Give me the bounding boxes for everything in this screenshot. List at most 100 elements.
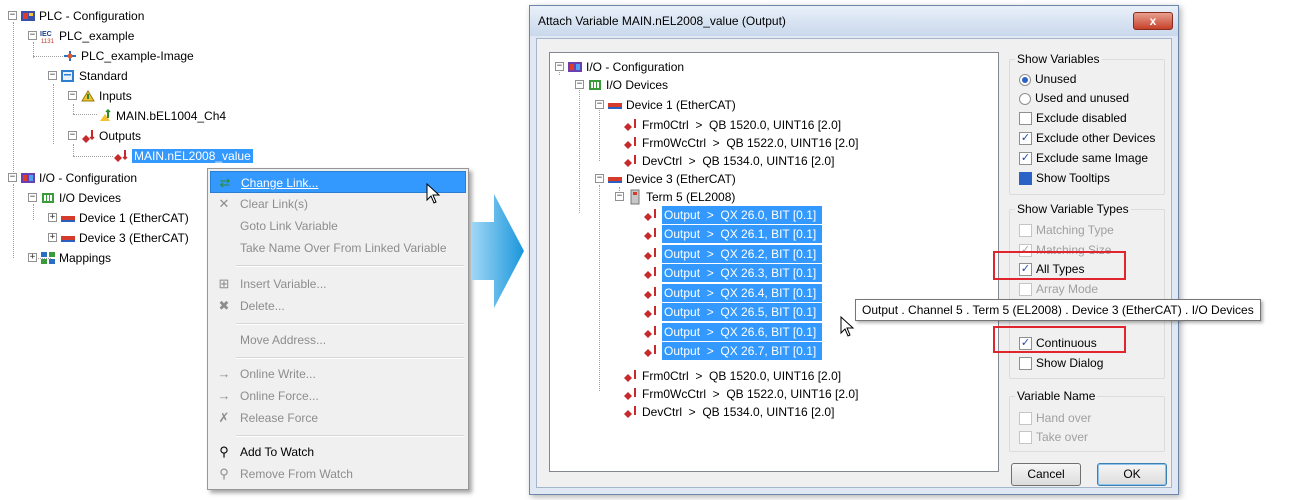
- variable-row[interactable]: DevCtrl > QB 1534.0, UINT16 [2.0]: [623, 402, 834, 420]
- output-variable-icon: [624, 387, 636, 400]
- tree-standard[interactable]: Standard: [60, 66, 128, 84]
- collapse-toggle[interactable]: −: [555, 62, 564, 71]
- tree-device-1[interactable]: Device 1 (EtherCAT): [607, 95, 736, 113]
- checkbox-array-mode[interactable]: Array Mode: [1019, 280, 1098, 298]
- tree-inputs[interactable]: Inputs: [80, 86, 132, 104]
- variable-row[interactable]: Frm0Ctrl > QB 1520.0, UINT16 [2.0]: [623, 366, 841, 384]
- output-row[interactable]: Output > QX 26.0, BIT [0.1]: [643, 205, 822, 224]
- radio-used-and-unused[interactable]: Used and unused: [1019, 89, 1129, 107]
- iec-project-icon: IEC1131: [40, 31, 55, 44]
- tree-plc-example[interactable]: IEC 1131 PLC_example: [40, 26, 134, 44]
- variable-row[interactable]: Frm0WcCtrl > QB 1522.0, UINT16 [2.0]: [623, 384, 858, 402]
- tree-mappings[interactable]: Mappings: [40, 248, 111, 266]
- collapse-toggle[interactable]: −: [595, 174, 604, 183]
- ethercat-device-icon: [608, 102, 622, 109]
- output-row[interactable]: Output > QX 26.6, BIT [0.1]: [643, 322, 822, 341]
- output-label: Output > QX 26.1, BIT [0.1]: [662, 225, 822, 244]
- context-menu: ⇄ Change Link... ✕ Clear Link(s) Goto Link…: [207, 168, 469, 490]
- menu-add-to-watch[interactable]: ⚲ Add To Watch: [210, 441, 466, 463]
- output-row[interactable]: Output > QX 26.1, BIT [0.1]: [643, 225, 822, 244]
- tree-label: I/O Devices: [59, 190, 122, 205]
- ok-button[interactable]: OK: [1097, 463, 1167, 486]
- collapse-toggle[interactable]: −: [68, 131, 77, 140]
- collapse-toggle[interactable]: −: [68, 91, 77, 100]
- checkbox-hand-over[interactable]: Hand over: [1019, 409, 1091, 427]
- output-variable-icon: [644, 228, 656, 241]
- tree-io-devices[interactable]: I/O Devices: [587, 75, 668, 93]
- menu-move-address[interactable]: Move Address...: [210, 329, 466, 351]
- tree-io-configuration[interactable]: I/O - Configuration: [20, 168, 137, 186]
- output-row[interactable]: Output > QX 26.5, BIT [0.1]: [643, 303, 822, 322]
- collapse-toggle[interactable]: −: [575, 80, 584, 89]
- expand-toggle[interactable]: +: [28, 253, 37, 262]
- tree-label: Inputs: [99, 88, 132, 103]
- outputs-icon: [82, 129, 95, 143]
- tree-device-3[interactable]: Device 3 (EtherCAT): [60, 228, 189, 246]
- io-config-icon: [21, 172, 35, 183]
- tree-io-configuration[interactable]: I/O - Configuration: [567, 57, 684, 75]
- variable-row[interactable]: Frm0WcCtrl > QB 1522.0, UINT16 [2.0]: [623, 133, 858, 151]
- output-variable-icon: [624, 118, 636, 131]
- menu-take-name[interactable]: Take Name Over From Linked Variable: [210, 237, 466, 259]
- tree-device-1[interactable]: Device 1 (EtherCAT): [60, 208, 189, 226]
- menu-delete[interactable]: ✖ Delete...: [210, 295, 466, 317]
- tree-term-5[interactable]: Term 5 (EL2008): [627, 187, 735, 205]
- collapse-toggle[interactable]: −: [8, 173, 17, 182]
- expand-toggle[interactable]: +: [48, 233, 57, 242]
- checkbox-icon: [1019, 357, 1032, 371]
- menu-release-force[interactable]: ✗ Release Force: [210, 407, 466, 429]
- highlight-all-types: [993, 251, 1126, 280]
- checkbox-take-over[interactable]: Take over: [1019, 428, 1088, 446]
- checkmark-icon: ✓: [1019, 152, 1032, 166]
- collapse-toggle[interactable]: −: [615, 192, 624, 201]
- variable-tree[interactable]: − I/O - Configuration − I/O Devices − De…: [549, 52, 999, 472]
- menu-insert-variable[interactable]: ⊞ Insert Variable...: [210, 273, 466, 295]
- dialog-title-bar: Attach Variable MAIN.nEL2008_value (Outp…: [530, 6, 1178, 36]
- variable-row[interactable]: Frm0Ctrl > QB 1520.0, UINT16 [2.0]: [623, 115, 841, 133]
- output-row[interactable]: Output > QX 26.4, BIT [0.1]: [643, 283, 822, 302]
- menu-online-write[interactable]: → Online Write...: [210, 363, 466, 385]
- checkbox-exclude-disabled[interactable]: Exclude disabled: [1019, 109, 1127, 127]
- tree-label: PLC_example-Image: [81, 48, 194, 63]
- checkbox-matching-type[interactable]: Matching Type: [1019, 221, 1114, 239]
- svg-text:1131: 1131: [41, 39, 55, 44]
- close-button[interactable]: x: [1133, 12, 1173, 30]
- output-row[interactable]: Output > QX 26.7, BIT [0.1]: [643, 342, 822, 361]
- tree-io-devices[interactable]: I/O Devices: [40, 188, 121, 206]
- checkbox-exclude-other-devices[interactable]: ✓ Exclude other Devices: [1019, 129, 1155, 147]
- io-devices-icon: [589, 79, 601, 90]
- output-row[interactable]: Output > QX 26.2, BIT [0.1]: [643, 244, 822, 263]
- collapse-toggle[interactable]: −: [28, 193, 37, 202]
- tooltip: Output . Channel 5 . Term 5 (EL2008) . D…: [855, 299, 1261, 321]
- tree-plc-image[interactable]: PLC_example-Image: [62, 46, 194, 64]
- tree-outputs[interactable]: Outputs: [80, 126, 141, 144]
- tree-label: Mappings: [59, 250, 112, 265]
- expand-toggle[interactable]: +: [48, 213, 57, 222]
- tree-plc-configuration[interactable]: PLC - Configuration: [20, 6, 144, 24]
- tree-label: Standard: [79, 68, 128, 83]
- menu-goto-link[interactable]: Goto Link Variable: [210, 215, 466, 237]
- collapse-toggle[interactable]: −: [28, 31, 37, 40]
- variable-row[interactable]: DevCtrl > QB 1534.0, UINT16 [2.0]: [623, 151, 834, 169]
- remove-watch-icon: ⚲: [219, 466, 229, 481]
- radio-unused[interactable]: Unused: [1019, 70, 1076, 88]
- output-label: Output > QX 26.2, BIT [0.1]: [662, 244, 822, 263]
- insert-variable-icon: ⊞: [218, 276, 230, 291]
- menu-remove-from-watch[interactable]: ⚲ Remove From Watch: [210, 463, 466, 485]
- menu-online-force[interactable]: → Online Force...: [210, 385, 466, 407]
- collapse-toggle[interactable]: −: [8, 11, 17, 20]
- checkbox-show-dialog[interactable]: Show Dialog: [1019, 354, 1103, 372]
- tree-output-variable[interactable]: MAIN.nEL2008_value: [113, 146, 253, 164]
- output-row[interactable]: Output > QX 26.3, BIT [0.1]: [643, 264, 822, 283]
- collapse-toggle[interactable]: −: [48, 71, 57, 80]
- menu-separator: [236, 357, 464, 359]
- checkbox-show-tooltips[interactable]: Show Tooltips: [1019, 169, 1110, 187]
- tree-input-variable[interactable]: MAIN.bEL1004_Ch4: [97, 106, 226, 124]
- collapse-toggle[interactable]: −: [595, 100, 604, 109]
- tree-device-3[interactable]: Device 3 (EtherCAT): [607, 169, 736, 187]
- output-variable-icon: [644, 247, 656, 260]
- cancel-button[interactable]: Cancel: [1011, 463, 1081, 486]
- release-force-icon: ✗: [218, 410, 230, 425]
- checkbox-exclude-same-image[interactable]: ✓ Exclude same Image: [1019, 149, 1148, 167]
- ethercat-device-icon: [61, 235, 75, 242]
